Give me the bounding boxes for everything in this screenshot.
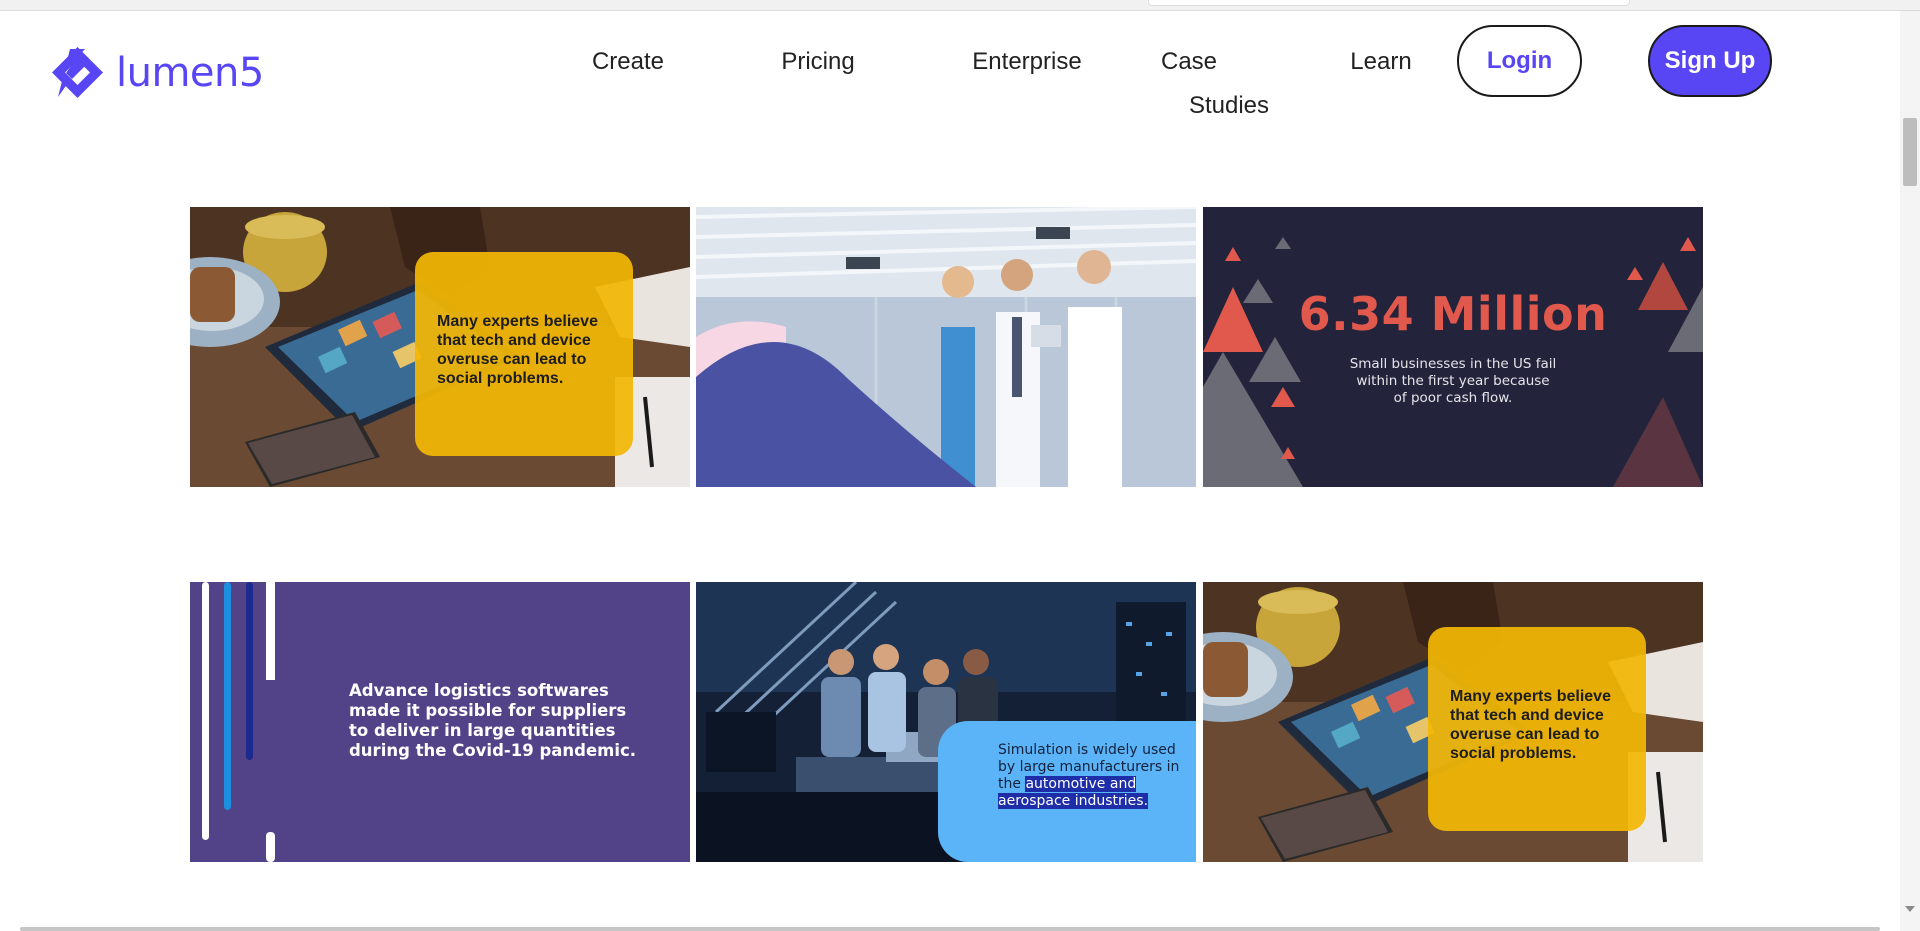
- text-selection-highlight: automotive and: [1025, 776, 1137, 792]
- quote-line: social problems.: [437, 370, 564, 387]
- vertical-scrollbar-thumb[interactable]: [1903, 118, 1917, 186]
- logistics-text: Advance logistics softwares made it poss…: [349, 681, 636, 761]
- template-card-medical-team[interactable]: [696, 207, 1196, 487]
- template-card-tech-overuse-2[interactable]: Many experts believe that tech and devic…: [1203, 582, 1703, 862]
- simulation-line: Simulation is widely used: [998, 742, 1176, 758]
- nav-create[interactable]: Create: [580, 40, 676, 84]
- signup-button[interactable]: Sign Up: [1648, 25, 1772, 97]
- simulation-text: Simulation is widely used by large manuf…: [998, 742, 1179, 810]
- lumen5-logo-icon: [52, 47, 103, 98]
- quote-line: Many experts believe: [1450, 688, 1611, 705]
- quote-box-yellow: Many experts believe that tech and devic…: [415, 252, 633, 456]
- logistics-line: during the Covid-19 pandemic.: [349, 741, 637, 760]
- nav-case-studies-line2: Studies: [1188, 92, 1270, 119]
- nav-case-studies-line1: Case: [1160, 48, 1218, 75]
- stat-caption: Small businesses in the US fail within t…: [1203, 356, 1703, 407]
- logistics-line: made it possible for suppliers: [349, 701, 627, 720]
- quote-text: Many experts believe that tech and devic…: [1450, 687, 1611, 763]
- horizontal-scrollbar[interactable]: [20, 927, 1880, 931]
- logo-wordmark: lumen5: [116, 49, 264, 96]
- simulation-line-3: the automotive and: [998, 776, 1179, 793]
- simulation-line-3-plain: the: [998, 776, 1026, 792]
- quote-line: social problems.: [1450, 745, 1577, 762]
- nav-pricing[interactable]: Pricing: [772, 40, 864, 84]
- quote-line: Many experts believe: [437, 313, 598, 330]
- triangle-pattern-bg: [1203, 207, 1703, 487]
- simulation-line: by large manufacturers in: [998, 759, 1180, 775]
- browser-top-strip: [0, 0, 1920, 11]
- simulation-line-4: aerospace industries.: [998, 793, 1179, 810]
- template-card-tech-overuse[interactable]: Many experts believe that tech and devic…: [190, 207, 690, 487]
- template-card-small-business-stat[interactable]: 6.34 Million Small businesses in the US …: [1203, 207, 1703, 487]
- stat-caption-line: within the first year because: [1356, 373, 1550, 389]
- quote-line: overuse can lead to: [437, 351, 587, 368]
- stat-caption-line: of poor cash flow.: [1393, 390, 1513, 406]
- template-card-simulation[interactable]: Simulation is widely used by large manuf…: [696, 582, 1196, 862]
- quote-box-yellow: Many experts believe that tech and devic…: [1428, 627, 1646, 831]
- template-card-logistics[interactable]: Advance logistics softwares made it poss…: [190, 582, 690, 862]
- logistics-line: to deliver in large quantities: [349, 721, 616, 740]
- stat-caption-line: Small businesses in the US fail: [1349, 356, 1557, 372]
- stat-headline: 6.34 Million: [1298, 287, 1608, 341]
- scroll-down-arrow-icon[interactable]: [1905, 906, 1915, 912]
- lumen5-logo[interactable]: lumen5: [48, 43, 264, 102]
- browser-tab-edge: [1148, 0, 1630, 6]
- quote-text: Many experts believe that tech and devic…: [437, 312, 598, 388]
- logistics-line: Advance logistics softwares: [349, 681, 609, 700]
- nav-enterprise[interactable]: Enterprise: [966, 40, 1088, 84]
- quote-line: that tech and device: [437, 332, 591, 349]
- nav-case-studies[interactable]: Case Studies: [1134, 40, 1269, 128]
- nav-learn[interactable]: Learn: [1342, 40, 1420, 84]
- doctors-photo: [696, 207, 1196, 487]
- text-selection-highlight: aerospace industries.: [998, 793, 1149, 809]
- quote-line: overuse can lead to: [1450, 726, 1600, 743]
- login-button[interactable]: Login: [1457, 25, 1582, 97]
- quote-line: that tech and device: [1450, 707, 1604, 724]
